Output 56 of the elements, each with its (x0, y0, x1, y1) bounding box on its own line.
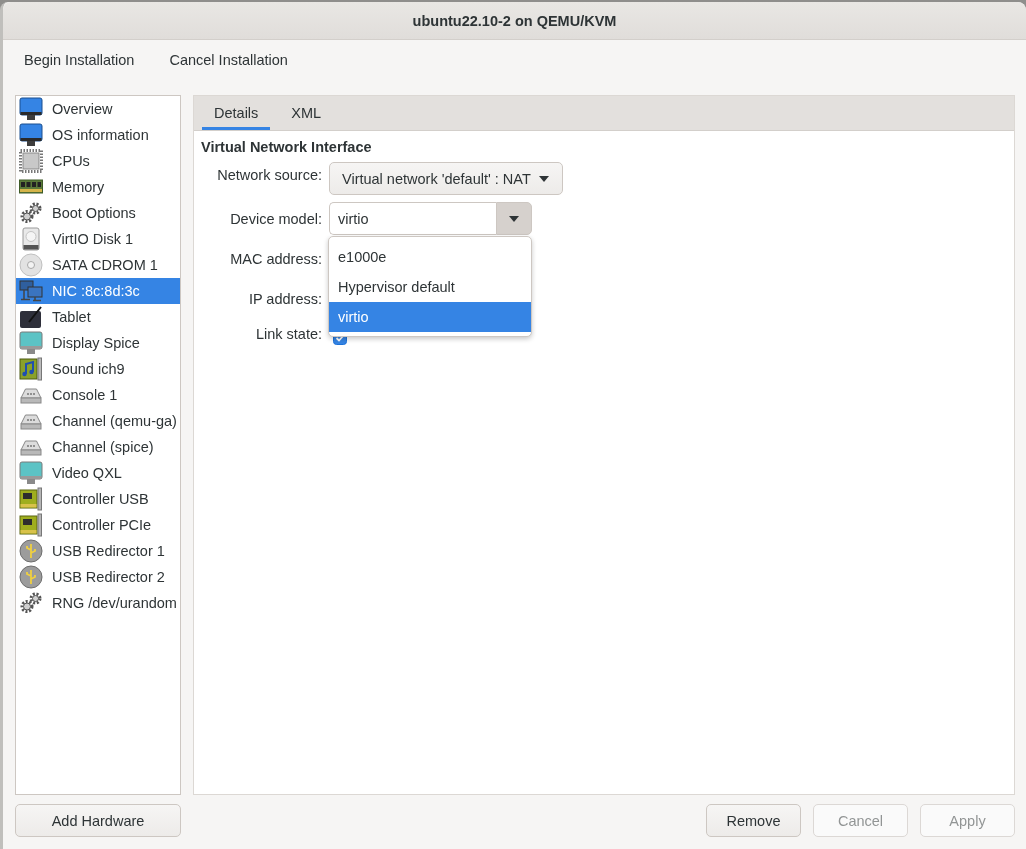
sidebar-item[interactable]: NIC :8c:8d:3c (16, 278, 180, 304)
sidebar-item[interactable]: USB Redirector 2 (16, 564, 180, 590)
field-label: MAC address: (229, 250, 322, 267)
caret-icon (509, 215, 519, 222)
monitor-icon (19, 331, 43, 355)
network-source-dropdown[interactable]: Virtual network 'default' : NAT (329, 162, 563, 195)
gears-icon (19, 201, 43, 225)
device-model-field[interactable]: virtio (329, 202, 496, 235)
sidebar-item[interactable]: Overview (16, 96, 180, 122)
tab[interactable]: XML (279, 96, 334, 130)
sidebar-item[interactable]: VirtIO Disk 1 (16, 226, 180, 252)
sidebar-item[interactable]: Tablet (16, 304, 180, 330)
toolbar-button[interactable]: Cancel Installation (161, 45, 296, 74)
sidebar-item[interactable]: Controller USB (16, 486, 180, 512)
field-label: Network source: (216, 167, 322, 183)
field-label: Device model: (229, 210, 322, 227)
sidebar-item[interactable]: Controller PCIe (16, 512, 180, 538)
cpu-chip-icon (19, 149, 43, 173)
sidebar-item[interactable]: Console 1 (16, 382, 180, 408)
gears-icon (19, 591, 43, 615)
sidebar-item[interactable]: Channel (spice) (16, 434, 180, 460)
monitor-icon (19, 97, 43, 121)
sidebar-item[interactable]: Boot Options (16, 200, 180, 226)
sidebar-item[interactable]: CPUs (16, 148, 180, 174)
dropdown-toggle-button[interactable] (496, 202, 532, 235)
dropdown-option[interactable]: e1000e (329, 242, 531, 272)
tablet-icon (19, 305, 43, 329)
sidebar-item[interactable]: RNG /dev/urandom (16, 590, 180, 616)
field-label: IP address: (247, 290, 322, 307)
sidebar-item[interactable]: OS information (16, 122, 180, 148)
sidebar-item[interactable]: USB Redirector 1 (16, 538, 180, 564)
disc-icon (19, 253, 43, 277)
add-hardware-button[interactable]: Add Hardware (15, 804, 181, 837)
remove-button[interactable]: Remove (706, 804, 801, 837)
sidebar-item[interactable]: Sound ich9 (16, 356, 180, 382)
sidebar-item[interactable]: Video QXL (16, 460, 180, 486)
usb-icon (19, 565, 43, 589)
dropdown-option[interactable]: virtio (329, 302, 531, 332)
tab[interactable]: Details (202, 96, 271, 130)
caret-icon (538, 175, 549, 182)
toolbar-button[interactable]: Begin Installation (16, 45, 143, 74)
sidebar-item[interactable]: Memory (16, 174, 180, 200)
monitor-icon (19, 461, 43, 485)
section-title: Virtual Network Interface (201, 138, 373, 156)
sound-card-icon (19, 357, 43, 381)
sidebar-item[interactable]: SATA CDROM 1 (16, 252, 180, 278)
window-title: ubuntu22.10-2 on QEMU/KVM (412, 12, 617, 29)
monitor-icon (19, 123, 43, 147)
sidebar-item[interactable]: Channel (qemu-ga) (16, 408, 180, 434)
sidebar-item[interactable]: Display Spice (16, 330, 180, 356)
usb-icon (19, 539, 43, 563)
network-computers-icon (19, 279, 43, 303)
expansion-card-icon (19, 487, 43, 511)
field-label: Link state: (254, 325, 322, 342)
dropdown-option[interactable]: Hypervisor default (329, 272, 531, 302)
expansion-card-icon (19, 513, 43, 537)
